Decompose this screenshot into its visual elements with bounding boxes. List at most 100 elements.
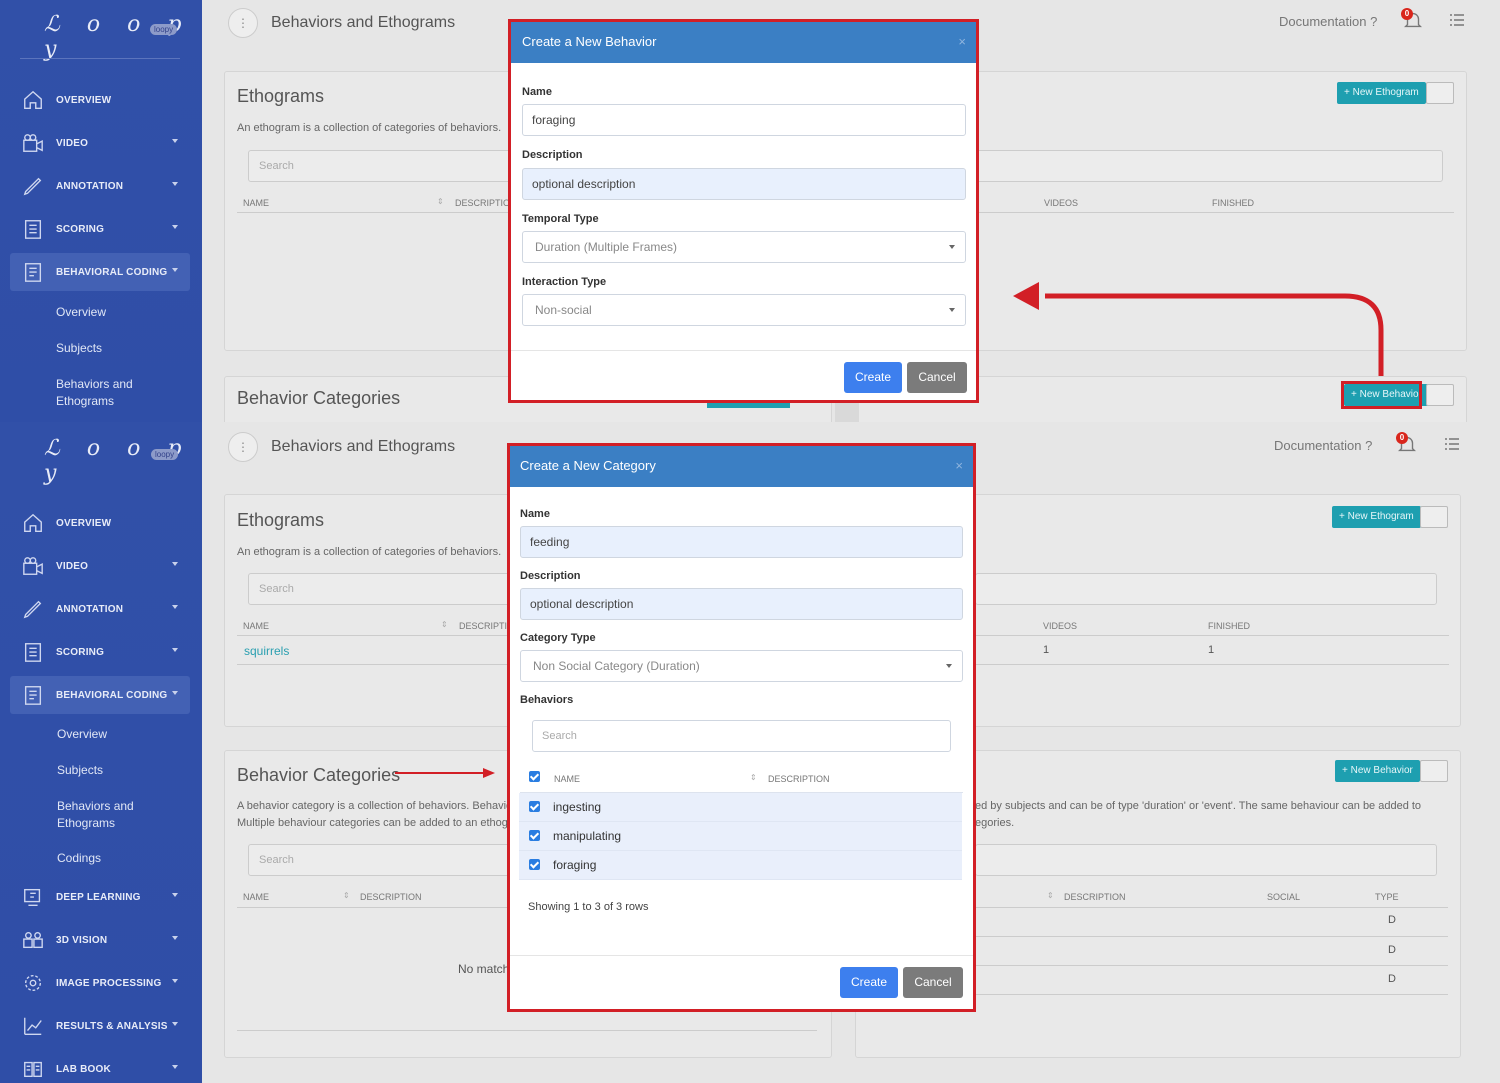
new-ethogram-button[interactable]: + New Ethogram [1332, 506, 1421, 528]
col-videos[interactable]: VIDEOS [1043, 621, 1077, 631]
sidebar-item-label: IMAGE PROCESSING [56, 977, 162, 989]
col-type[interactable]: TYPE [1375, 892, 1399, 902]
sidebar-item-video[interactable]: VIDEO [10, 124, 190, 162]
name-input[interactable]: feeding [520, 526, 963, 558]
list-menu-icon[interactable] [1445, 438, 1459, 450]
sidebar-item-scoring[interactable]: SCORING [10, 633, 190, 671]
row-checkbox[interactable] [529, 801, 540, 812]
row-checkbox[interactable] [529, 830, 540, 841]
gear-icon [21, 972, 45, 994]
sidebar-item-deep-learning[interactable]: DEEP LEARNING [10, 878, 190, 916]
sidebar-item-results-analysis[interactable]: RESULTS & ANALYSIS [10, 1007, 190, 1045]
name-input[interactable]: foraging [522, 104, 966, 136]
description-input[interactable]: optional description [522, 168, 966, 200]
sidebar-subitem-overview[interactable]: Overview [56, 304, 106, 321]
behaviors-search-input[interactable] [975, 844, 1437, 876]
sidebar-item-annotation[interactable]: ANNOTATION [10, 167, 190, 205]
sidebar-item-image-processing[interactable]: IMAGE PROCESSING [10, 964, 190, 1002]
sort-icon[interactable]: ⇕ [343, 891, 350, 900]
col-name[interactable]: NAME [243, 892, 269, 902]
behaviors-search-input[interactable]: Search [532, 720, 951, 752]
select-all-checkbox[interactable] [529, 771, 540, 782]
row-name: manipulating [553, 829, 622, 843]
sidebar-item-overview[interactable]: OVERVIEW [10, 81, 190, 119]
create-button[interactable]: Create [844, 362, 902, 393]
col-videos[interactable]: VIDEOS [1044, 198, 1078, 208]
new-behavior-button[interactable]: + New Behavior [1335, 760, 1420, 782]
close-icon[interactable]: × [955, 446, 963, 486]
col-name[interactable]: NAME [243, 621, 269, 631]
sidebar-item-scoring[interactable]: SCORING [10, 210, 190, 248]
toggle-visibility-button[interactable] [1426, 384, 1454, 406]
sidebar-item-video[interactable]: VIDEO [10, 547, 190, 585]
sidebar-subitem-codings[interactable]: Codings [57, 850, 101, 867]
sort-icon[interactable]: ⇕ [1047, 891, 1054, 900]
toggle-visibility-button[interactable] [1426, 82, 1454, 104]
sort-icon[interactable]: ⇕ [441, 620, 448, 629]
sidebar-subitem-overview[interactable]: Overview [57, 726, 107, 743]
app-logo[interactable]: ℒ o o p y [44, 12, 202, 62]
sidebar-item-label: VIDEO [56, 560, 89, 572]
sidebar-subitem-behaviors-and-ethograms[interactable]: Behaviors and Ethograms [57, 798, 157, 832]
table-row[interactable]: manipulating [519, 822, 962, 851]
video-camera-icon [21, 555, 45, 577]
description-label: Description [520, 570, 581, 582]
interaction-type-select[interactable]: Non-social [522, 294, 966, 326]
ethograms-search-input[interactable]: Search [248, 573, 518, 605]
sidebar-item-lab-book[interactable]: LAB BOOK [10, 1050, 190, 1083]
col-name[interactable]: NAME [243, 198, 269, 208]
card-gap [835, 400, 859, 422]
col-finished[interactable]: FINISHED [1212, 198, 1254, 208]
cancel-button[interactable]: Cancel [907, 362, 967, 393]
sort-icon[interactable]: ⇕ [437, 197, 444, 206]
create-button[interactable]: Create [840, 967, 898, 998]
list-menu-icon[interactable] [1450, 14, 1464, 26]
app-logo[interactable]: ℒ o o p y [44, 436, 202, 486]
close-icon[interactable]: × [958, 22, 966, 62]
col-name[interactable]: NAME [554, 774, 580, 784]
ethograms-search-input[interactable]: Search [248, 150, 518, 182]
categories-search-input[interactable]: Search [248, 844, 518, 876]
sidebar-item-annotation[interactable]: ANNOTATION [10, 590, 190, 628]
documentation-link[interactable]: Documentation ? [1279, 14, 1377, 29]
row-checkbox[interactable] [529, 859, 540, 870]
help-icon: ? [1365, 438, 1373, 453]
kebab-menu-button[interactable]: ⋮ [228, 432, 258, 462]
table-row[interactable]: ingesting [519, 793, 962, 822]
documentation-link[interactable]: Documentation ? [1274, 438, 1372, 453]
sidebar-item-3d-vision[interactable]: 3D VISION [10, 921, 190, 959]
categories-description-2: Multiple behaviour categories can be add… [237, 817, 508, 829]
description-input[interactable]: optional description [520, 588, 963, 620]
toggle-visibility-button[interactable] [1420, 760, 1448, 782]
cancel-button[interactable]: Cancel [903, 967, 963, 998]
ethogram-row-name[interactable]: squirrels [244, 644, 289, 658]
sidebar-item-behavioral-coding[interactable]: BEHAVIORAL CODING [10, 676, 190, 714]
documentation-label: Documentation [1279, 14, 1367, 29]
ethograms-search-input-right[interactable] [975, 150, 1443, 182]
categories-description-1: A behavior category is a collection of b… [237, 800, 513, 812]
col-description[interactable]: DESCRIPTION [1064, 892, 1126, 902]
kebab-menu-button[interactable]: ⋮ [228, 8, 258, 38]
sidebar-subitem-subjects[interactable]: Subjects [57, 762, 103, 779]
toggle-visibility-button[interactable] [1420, 506, 1448, 528]
col-finished[interactable]: FINISHED [1208, 621, 1250, 631]
category-type-select[interactable]: Non Social Category (Duration) [520, 650, 963, 682]
sort-icon[interactable]: ⇕ [750, 773, 757, 782]
sidebar: ℒ o o p y loopy OVERVIEW VIDEO ANNOTATIO… [0, 422, 202, 1083]
table-row[interactable]: foraging [519, 851, 962, 880]
cameras-icon [21, 929, 45, 951]
sidebar-item-overview[interactable]: OVERVIEW [10, 504, 190, 542]
col-description[interactable]: DESCRIPTION [360, 892, 422, 902]
ethograms-search-input-right[interactable] [975, 573, 1437, 605]
new-ethogram-button[interactable]: + New Ethogram [1337, 82, 1426, 104]
col-social[interactable]: SOCIAL [1267, 892, 1300, 902]
sidebar-item-behavioral-coding[interactable]: BEHAVIORAL CODING [10, 253, 190, 291]
col-description[interactable]: DESCRIPTION [768, 774, 830, 784]
sidebar-subitem-subjects[interactable]: Subjects [56, 340, 102, 357]
temporal-type-select[interactable]: Duration (Multiple Frames) [522, 231, 966, 263]
page-title: Behaviors and Ethograms [271, 14, 456, 31]
sidebar-subitem-behaviors-and-ethograms[interactable]: Behaviors and Ethograms [56, 376, 156, 410]
chevron-down-icon [172, 182, 178, 186]
modal-header: Create a New Category × [510, 446, 973, 487]
sidebar-item-label: LAB BOOK [56, 1063, 111, 1075]
